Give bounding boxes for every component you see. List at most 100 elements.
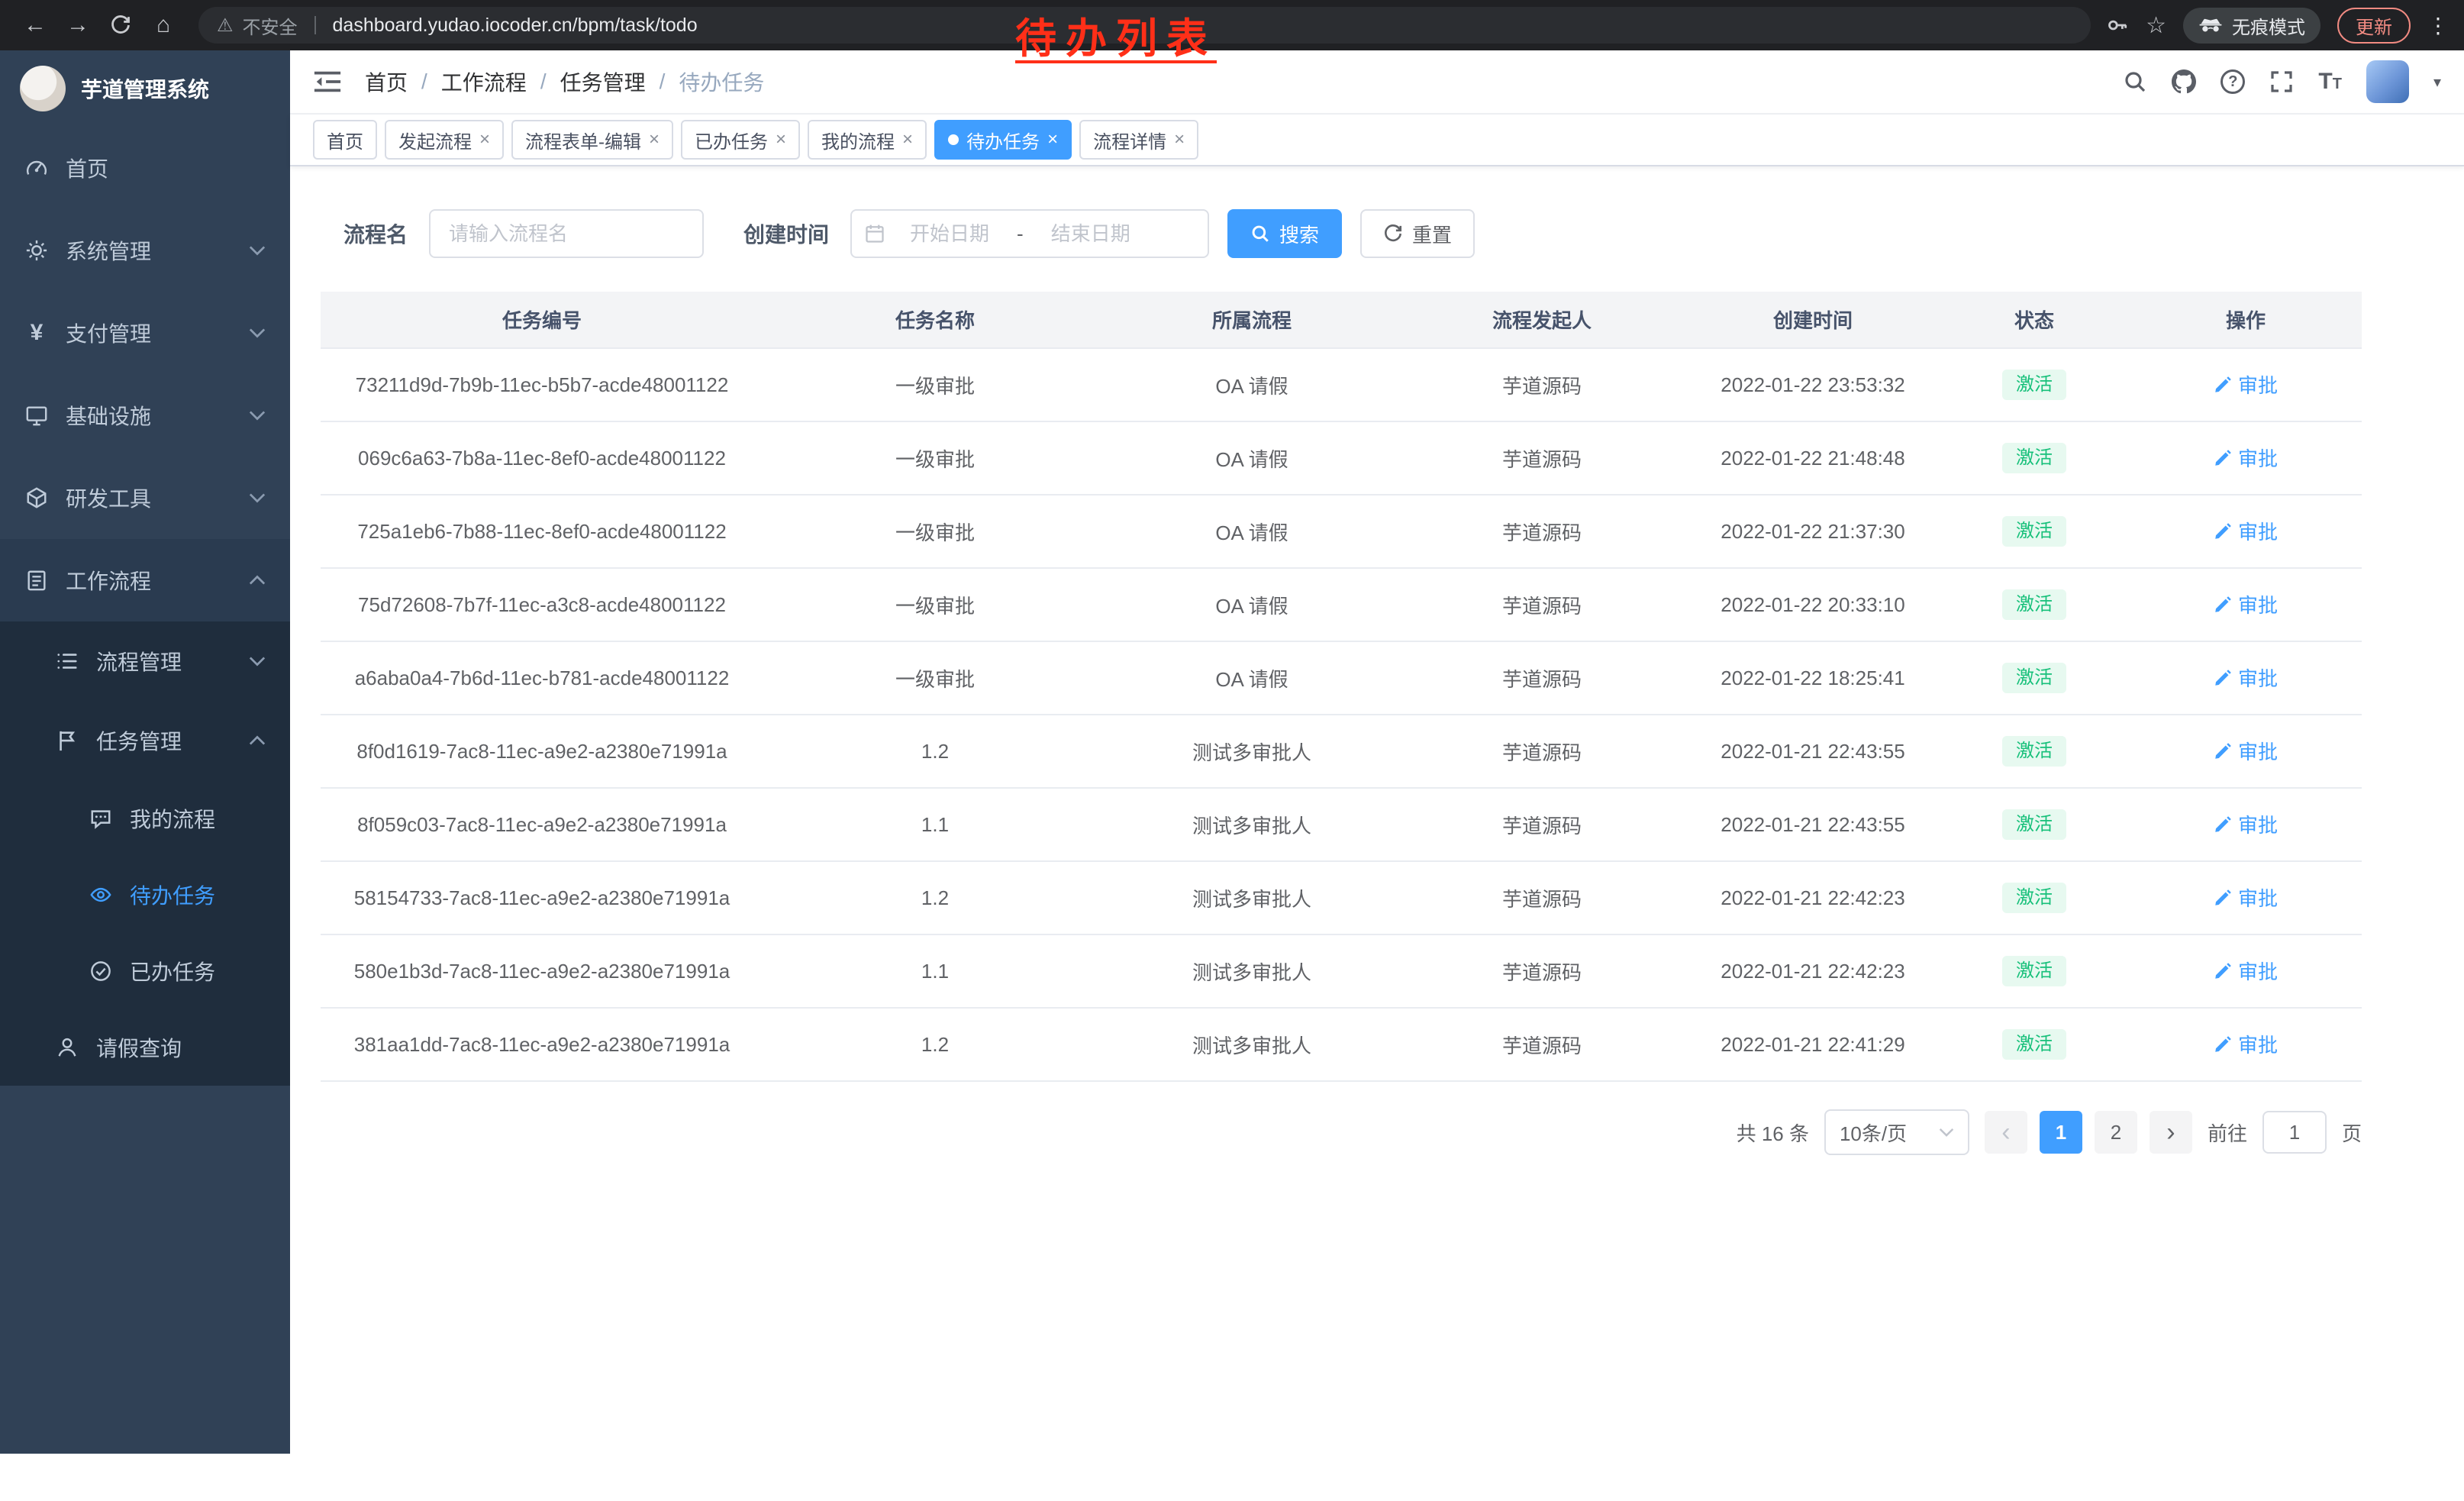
tab-close-icon[interactable]: × (1174, 131, 1185, 149)
sidebar-item-infrastructure[interactable]: 基础设施 (0, 374, 290, 457)
cell-task-name: 一级审批 (763, 641, 1107, 715)
browser-forward-icon[interactable]: → (58, 5, 98, 45)
date-range-picker[interactable]: - (850, 209, 1209, 258)
cell-starter: 芋道源码 (1397, 934, 1687, 1008)
tab-done-tasks[interactable]: 已办任务 × (681, 120, 800, 160)
user-avatar[interactable] (2366, 60, 2409, 103)
cell-starter: 芋道源码 (1397, 568, 1687, 641)
end-date-input[interactable] (1030, 222, 1152, 246)
browser-home-icon[interactable]: ⌂ (144, 5, 183, 45)
reset-button[interactable]: 重置 (1360, 209, 1475, 258)
clipboard-icon (24, 569, 49, 592)
next-page-button[interactable]: › (2150, 1111, 2192, 1154)
edit-icon (2214, 815, 2232, 834)
calendar-icon (864, 223, 885, 244)
approve-link-label: 审批 (2238, 810, 2278, 838)
sidebar-item-task-management[interactable]: 任务管理 (0, 701, 290, 780)
sidebar-toggle-icon[interactable] (313, 69, 342, 94)
approve-link[interactable]: 审批 (2214, 590, 2278, 618)
cell-created: 2022-01-21 22:42:23 (1687, 934, 1939, 1008)
column-header-actions: 操作 (2130, 292, 2362, 348)
tab-close-icon[interactable]: × (776, 131, 786, 149)
sidebar-item-system[interactable]: 系统管理 (0, 209, 290, 292)
browser-update-button[interactable]: 更新 (2337, 8, 2411, 44)
password-key-icon[interactable] (2106, 14, 2129, 37)
cell-task-name: 一级审批 (763, 568, 1107, 641)
app-logo[interactable]: 芋道管理系统 (0, 50, 290, 127)
search-button[interactable]: 搜索 (1227, 209, 1342, 258)
prev-page-button[interactable]: ‹ (1985, 1111, 2027, 1154)
help-icon[interactable]: ? (2221, 69, 2245, 94)
status-badge: 激活 (2002, 883, 2066, 913)
github-icon[interactable] (2172, 69, 2196, 94)
flag-icon (55, 729, 79, 752)
sidebar-item-done-tasks[interactable]: 已办任务 (0, 933, 290, 1009)
fullscreen-icon[interactable] (2269, 69, 2294, 94)
security-label[interactable]: 不安全 (243, 12, 298, 39)
cell-process: OA 请假 (1107, 421, 1397, 495)
goto-page-input[interactable] (2262, 1111, 2327, 1154)
bookmark-star-icon[interactable]: ☆ (2146, 12, 2166, 39)
tab-process-detail[interactable]: 流程详情 × (1079, 120, 1198, 160)
approve-link[interactable]: 审批 (2214, 810, 2278, 838)
approve-link[interactable]: 审批 (2214, 444, 2278, 472)
tab-label: 发起流程 (398, 127, 472, 153)
chevron-up-icon (249, 575, 266, 586)
process-name-input[interactable] (429, 209, 704, 258)
sidebar-item-leave-query[interactable]: 请假查询 (0, 1009, 290, 1086)
cell-created: 2022-01-22 21:37:30 (1687, 495, 1939, 568)
cell-created: 2022-01-22 20:33:10 (1687, 568, 1939, 641)
avatar-dropdown-caret-icon[interactable]: ▾ (2433, 73, 2441, 92)
sidebar-item-todo-tasks[interactable]: 待办任务 (0, 857, 290, 933)
approve-link[interactable]: 审批 (2214, 370, 2278, 399)
chevron-down-icon (249, 245, 266, 256)
status-badge: 激活 (2002, 589, 2066, 620)
breadcrumb: 首页 / 工作流程 / 任务管理 / 待办任务 (365, 66, 764, 97)
approve-link[interactable]: 审批 (2214, 663, 2278, 692)
cell-task-name: 1.2 (763, 1008, 1107, 1081)
incognito-label: 无痕模式 (2232, 12, 2305, 39)
breadcrumb-home[interactable]: 首页 (365, 66, 408, 97)
breadcrumb-current: 待办任务 (679, 66, 764, 97)
browser-reload-icon[interactable] (101, 5, 140, 45)
breadcrumb-task-management[interactable]: 任务管理 (560, 66, 646, 97)
sidebar-item-payment[interactable]: ¥ 支付管理 (0, 292, 290, 374)
search-icon[interactable] (2123, 69, 2147, 94)
tab-todo-tasks[interactable]: 待办任务 × (934, 120, 1072, 160)
sidebar-item-my-process[interactable]: 我的流程 (0, 780, 290, 857)
sidebar-item-dev-tools[interactable]: 研发工具 (0, 457, 290, 539)
tab-home[interactable]: 首页 (313, 120, 377, 160)
page-size-select[interactable]: 10条/页 (1824, 1109, 1969, 1155)
column-header-created: 创建时间 (1687, 292, 1939, 348)
sidebar-item-label: 流程管理 (96, 646, 182, 676)
chevron-down-icon (249, 410, 266, 421)
tab-close-icon[interactable]: × (1047, 131, 1058, 149)
approve-link[interactable]: 审批 (2214, 737, 2278, 765)
tab-close-icon[interactable]: × (902, 131, 913, 149)
browser-back-icon[interactable]: ← (15, 5, 55, 45)
approve-link[interactable]: 审批 (2214, 957, 2278, 985)
tab-start-process[interactable]: 发起流程 × (385, 120, 504, 160)
page-button-1[interactable]: 1 (2040, 1111, 2082, 1154)
tab-close-icon[interactable]: × (479, 131, 490, 149)
tab-my-process[interactable]: 我的流程 × (808, 120, 927, 160)
breadcrumb-workflow[interactable]: 工作流程 (441, 66, 527, 97)
tab-label: 待办任务 (966, 127, 1040, 153)
tab-process-form-edit[interactable]: 流程表单-编辑 × (511, 120, 673, 160)
approve-link-label: 审批 (2238, 370, 2278, 399)
sidebar-item-home[interactable]: 首页 (0, 127, 290, 209)
tab-close-icon[interactable]: × (649, 131, 660, 149)
breadcrumb-separator: / (660, 69, 666, 94)
start-date-input[interactable] (889, 222, 1011, 246)
page-button-2[interactable]: 2 (2095, 1111, 2137, 1154)
sidebar-item-workflow[interactable]: 工作流程 (0, 539, 290, 621)
approve-link[interactable]: 审批 (2214, 1030, 2278, 1058)
browser-menu-icon[interactable]: ⋮ (2427, 13, 2449, 38)
edit-icon (2214, 742, 2232, 760)
table-row: a6aba0a4-7b6d-11ec-b781-acde48001122 一级审… (321, 641, 2362, 715)
sidebar-item-process-management[interactable]: 流程管理 (0, 621, 290, 701)
font-size-icon[interactable]: TT (2318, 69, 2342, 95)
range-separator: - (1014, 222, 1027, 246)
approve-link[interactable]: 审批 (2214, 517, 2278, 545)
approve-link[interactable]: 审批 (2214, 883, 2278, 912)
